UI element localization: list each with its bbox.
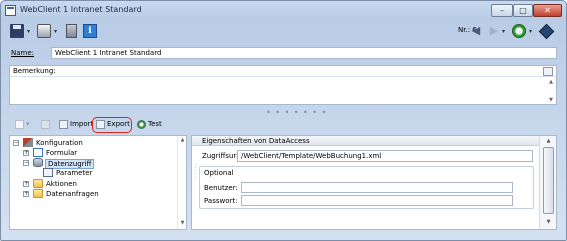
properties-panel: Eigenschaften von DataAccess · · · · · Zugri…: [191, 135, 557, 230]
optional-group: Optional Benutzer: Passwort:: [199, 166, 534, 209]
delete-icon[interactable]: [66, 24, 77, 38]
tree-node-parameter[interactable]: Parameter: [33, 168, 173, 178]
test-button[interactable]: Test: [137, 119, 162, 131]
folder-icon: [33, 179, 43, 188]
app-icon: [5, 5, 16, 16]
scroll-up-icon[interactable]: ▲: [540, 138, 557, 144]
test-label: Test: [148, 120, 162, 128]
tree-node-datenanfragen[interactable]: + Datenanfragen: [23, 189, 173, 199]
export-icon: [96, 120, 105, 129]
import-button[interactable]: Import: [59, 119, 93, 131]
secondary-toolbar: ▾ Import Export Test: [9, 117, 557, 133]
name-field[interactable]: WebClient 1 Intranet Standard: [51, 47, 557, 59]
zugriffsurl-label: Zugriffsurl:: [202, 152, 241, 160]
minimize-icon: –: [500, 6, 504, 15]
tree-panel: − Konfiguration + Formular − Datenzugrif…: [9, 135, 187, 230]
benutzer-label: Benutzer:: [204, 184, 238, 192]
tree-node-label: Parameter: [56, 169, 93, 177]
clock-icon[interactable]: [512, 24, 526, 38]
remark-header: Bemerkung:: [10, 66, 556, 77]
maximize-button[interactable]: □: [513, 4, 533, 17]
expand-icon[interactable]: +: [23, 150, 29, 156]
expand-icon[interactable]: +: [23, 181, 29, 187]
main-toolbar: ▾ ▾ i Nr.: 6 ◀ ▶ ▾ ▾: [3, 21, 564, 43]
scroll-down-icon[interactable]: ▼: [540, 219, 557, 225]
properties-scrollbar[interactable]: ▲ ▼: [539, 136, 556, 229]
scroll-down-icon[interactable]: ▼: [178, 220, 187, 226]
remark-panel: Bemerkung: ▲ ▼: [9, 65, 557, 105]
print-dropdown-icon[interactable]: ▾: [54, 28, 57, 35]
test-icon: [137, 120, 146, 129]
scroll-up-icon[interactable]: ▲: [178, 137, 187, 143]
folder-icon: [33, 189, 43, 198]
scroll-thumb[interactable]: [543, 147, 554, 214]
book-icon[interactable]: [538, 23, 555, 40]
maximize-icon: □: [519, 6, 527, 15]
expand-icon[interactable]: +: [23, 191, 29, 197]
remark-scrollbar[interactable]: ▲ ▼: [547, 79, 555, 104]
passwort-field[interactable]: [241, 195, 513, 206]
forward-dropdown-icon[interactable]: ▾: [502, 28, 505, 35]
tree-node-formular[interactable]: + Formular: [23, 148, 173, 158]
save-icon[interactable]: [10, 24, 24, 38]
close-button[interactable]: ✕: [533, 4, 562, 17]
properties-title: Eigenschaften von DataAccess: [202, 137, 310, 145]
import-icon: [59, 120, 68, 129]
collapse-icon[interactable]: −: [13, 140, 19, 146]
print-icon[interactable]: [37, 24, 51, 38]
close-icon: ✕: [544, 6, 551, 15]
splitter-grip[interactable]: • • • • • • •: [266, 108, 327, 117]
clock-dropdown-icon[interactable]: ▾: [529, 28, 532, 35]
tree-node-label: Datenanfragen: [46, 190, 99, 198]
edit-icon[interactable]: [543, 67, 553, 76]
optional-label: Optional: [204, 169, 234, 177]
scroll-up-icon[interactable]: ▲: [547, 79, 555, 85]
import-label: Import: [70, 120, 94, 128]
export-button[interactable]: Export: [96, 119, 130, 131]
parameter-icon: [43, 168, 53, 177]
tools-icon: [23, 138, 33, 147]
tree-node-label: Konfiguration: [36, 139, 83, 147]
remove-item-icon[interactable]: [41, 119, 52, 131]
tree-node-datenzugriff[interactable]: − Datenzugriff: [23, 158, 173, 169]
app-window: WebClient 1 Intranet Standard – □ ✕ ▾ ▾ …: [0, 0, 567, 241]
scroll-down-icon[interactable]: ▼: [547, 97, 555, 103]
form-icon: [33, 148, 43, 157]
tree-scrollbar[interactable]: ▲ ▼: [177, 136, 186, 229]
window-title: WebClient 1 Intranet Standard: [20, 5, 142, 14]
tree-node-label: Formular: [46, 149, 78, 157]
forward-arrow-icon[interactable]: ▶: [487, 24, 501, 38]
tree-node-aktionen[interactable]: + Aktionen: [23, 179, 173, 189]
info-icon[interactable]: i: [83, 24, 97, 38]
collapse-icon[interactable]: −: [23, 160, 29, 166]
tree-node-label: Aktionen: [46, 180, 77, 188]
tree-node-konfiguration[interactable]: − Konfiguration: [13, 138, 173, 148]
passwort-label: Passwort:: [204, 197, 238, 205]
remark-label: Bemerkung:: [13, 67, 56, 75]
new-item-icon[interactable]: ▾: [15, 119, 30, 131]
database-icon: [33, 158, 43, 167]
remark-field[interactable]: [10, 78, 546, 104]
export-label: Export: [107, 120, 130, 128]
title-bar: WebClient 1 Intranet Standard – □ ✕: [1, 1, 566, 21]
minimize-button[interactable]: –: [491, 4, 513, 17]
save-dropdown-icon[interactable]: ▾: [27, 28, 30, 35]
properties-header: Eigenschaften von DataAccess: [192, 136, 539, 146]
benutzer-field[interactable]: [241, 182, 513, 193]
name-label: Name:: [11, 49, 35, 57]
zugriffsurl-field[interactable]: /WebClient/Template/WebBuchung1.xml: [237, 150, 533, 162]
back-arrow-icon[interactable]: ◀: [469, 24, 483, 38]
